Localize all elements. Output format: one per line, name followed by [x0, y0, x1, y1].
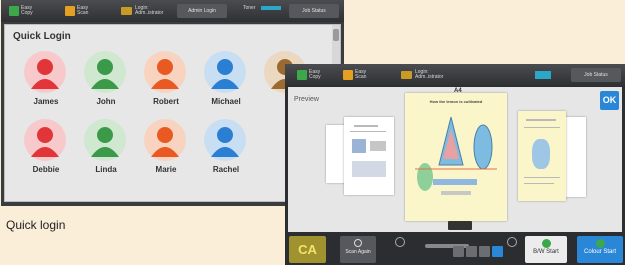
bottom-bar: CA Scan Again B/W Start Colour Start [285, 234, 625, 265]
admin-login-button[interactable]: Admin Login [177, 4, 227, 18]
next-page-icon[interactable] [466, 246, 477, 257]
preview-page-thumb[interactable] [344, 117, 394, 195]
user-avatar-icon [91, 127, 119, 157]
bw-start-label: B/W Start [533, 249, 559, 255]
user-name: John [96, 97, 116, 106]
user-tile[interactable]: John [77, 51, 135, 123]
colour-start-label: Colour Start [583, 249, 616, 255]
preview-page-thumb[interactable] [518, 111, 566, 201]
scan-again-button[interactable]: Scan Again [340, 236, 376, 263]
caption: Quick login [6, 218, 66, 232]
easy-copy-label[interactable]: Easy Copy [309, 70, 329, 80]
display-mode-icon[interactable] [492, 246, 503, 257]
easy-copy-icon[interactable] [297, 70, 307, 80]
toner-level-bar [261, 6, 281, 10]
quick-login-title: Quick Login [13, 31, 71, 42]
user-name: Linda [95, 165, 117, 174]
bw-start-button[interactable]: B/W Start [525, 236, 567, 263]
status-bar: Easy Copy Easy Scan Login: Adm..istrator… [285, 64, 625, 86]
user-name: Marie [155, 165, 177, 174]
colour-start-button[interactable]: Colour Start [577, 236, 623, 263]
preview-page-current[interactable]: How the lemon is cultivated [405, 93, 507, 221]
easy-scan-icon[interactable] [343, 70, 353, 80]
easy-scan-icon[interactable] [65, 6, 75, 16]
lemon-diagram-image [415, 116, 497, 195]
page-heading: How the lemon is cultivated [429, 99, 483, 104]
easy-scan-label[interactable]: Easy Scan [355, 70, 375, 80]
prev-page-icon[interactable] [453, 246, 464, 257]
page-indicator [448, 221, 472, 230]
user-name: Rachel [212, 165, 240, 174]
user-tile[interactable]: Debbie [17, 119, 75, 191]
user-tile[interactable]: James [17, 51, 75, 123]
user-name: Robert [153, 97, 179, 106]
page-view-icon[interactable] [479, 246, 490, 257]
clear-all-button[interactable]: CA [289, 236, 326, 263]
user-avatar-icon [151, 127, 179, 157]
user-avatar-icon [91, 59, 119, 89]
job-status-button[interactable]: Job Status [289, 4, 339, 18]
admin-info: Login: Adm..istrator [135, 5, 164, 16]
user-name: James [33, 97, 59, 106]
easy-copy-label[interactable]: Easy Copy [21, 6, 43, 16]
status-bar: Easy Copy Easy Scan Login: Adm..istrator… [1, 0, 344, 22]
preview-screen: Easy Copy Easy Scan Login: Adm..istrator… [285, 64, 625, 265]
user-avatar-icon [31, 127, 59, 157]
start-icon [541, 239, 551, 248]
admin-icon [121, 7, 132, 15]
toner-level-bar [535, 71, 551, 79]
user-tile[interactable]: Michael [197, 51, 255, 123]
admin-icon [401, 71, 412, 79]
preview-panel: Preview A4 OK How the lemon is cultivate… [288, 87, 622, 232]
user-avatar-icon [31, 59, 59, 89]
user-avatar-icon [151, 59, 179, 89]
easy-scan-label[interactable]: Easy Scan [77, 6, 99, 16]
user-name: Michael [211, 97, 241, 106]
ok-button[interactable]: OK [600, 91, 619, 110]
preview-title: Preview [294, 96, 319, 103]
start-icon [595, 239, 605, 248]
user-tile[interactable]: Rachel [197, 119, 255, 191]
user-tile[interactable]: Robert [137, 51, 195, 123]
admin-info: Login: Adm..istrator [415, 69, 444, 80]
scan-again-label: Scan Again [345, 249, 371, 255]
zoom-in-icon[interactable] [507, 237, 517, 247]
easy-copy-icon[interactable] [9, 6, 19, 16]
scan-again-icon [354, 239, 362, 247]
user-avatar-icon [211, 127, 239, 157]
user-avatar-icon [211, 59, 239, 89]
zoom-out-icon[interactable] [395, 237, 405, 247]
user-tile[interactable]: Linda [77, 119, 135, 191]
user-name: Debbie [32, 165, 60, 174]
toner-label: Toner [243, 5, 256, 11]
user-tile[interactable]: Marie [137, 119, 195, 191]
job-status-button[interactable]: Job Status [571, 68, 621, 82]
